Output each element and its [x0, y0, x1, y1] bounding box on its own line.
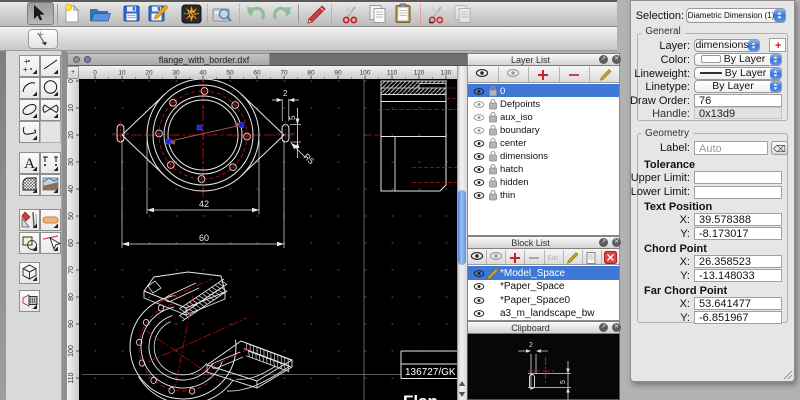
svg-text:+: +	[23, 65, 28, 74]
svg-text:100: 100	[360, 70, 371, 77]
svg-text:70: 70	[68, 266, 75, 274]
svg-text:136727/GK: 136727/GK	[405, 367, 456, 378]
svg-text:42: 42	[199, 199, 209, 209]
svg-text:20: 20	[145, 70, 153, 77]
svg-text:60: 60	[253, 70, 261, 77]
svg-text:10: 10	[68, 104, 75, 112]
svg-text:0: 0	[68, 79, 75, 83]
svg-text:50: 50	[68, 212, 75, 220]
svg-text:2: 2	[529, 342, 533, 349]
svg-text:0: 0	[93, 70, 97, 77]
svg-text:60: 60	[199, 233, 209, 243]
svg-text:10: 10	[118, 70, 126, 77]
svg-text:R5: R5	[302, 151, 317, 166]
svg-text:60: 60	[68, 239, 75, 247]
svg-text:5: 5	[288, 115, 297, 120]
svg-text:20: 20	[68, 131, 75, 139]
svg-text:A: A	[24, 156, 35, 172]
svg-text:80: 80	[68, 293, 75, 301]
svg-text:110: 110	[68, 372, 75, 383]
svg-text:70: 70	[280, 70, 288, 77]
svg-text:110: 110	[387, 70, 398, 77]
svg-text:Flan: Flan	[403, 392, 438, 400]
svg-text:2: 2	[283, 89, 288, 98]
svg-text:40: 40	[199, 70, 207, 77]
svg-text:100: 100	[68, 345, 75, 357]
svg-text:90: 90	[68, 320, 75, 328]
svg-text:90: 90	[334, 70, 342, 77]
svg-text:120: 120	[414, 70, 425, 77]
svg-text:5: 5	[560, 380, 567, 384]
svg-text:50: 50	[226, 70, 234, 77]
svg-text:30: 30	[172, 70, 180, 77]
svg-text:30: 30	[68, 158, 75, 166]
svg-text:Edit: Edit	[548, 256, 559, 262]
svg-text:80: 80	[307, 70, 315, 77]
svg-text:40: 40	[68, 185, 75, 193]
svg-text:130: 130	[441, 70, 452, 77]
svg-text:SVG: SVG	[185, 13, 198, 19]
